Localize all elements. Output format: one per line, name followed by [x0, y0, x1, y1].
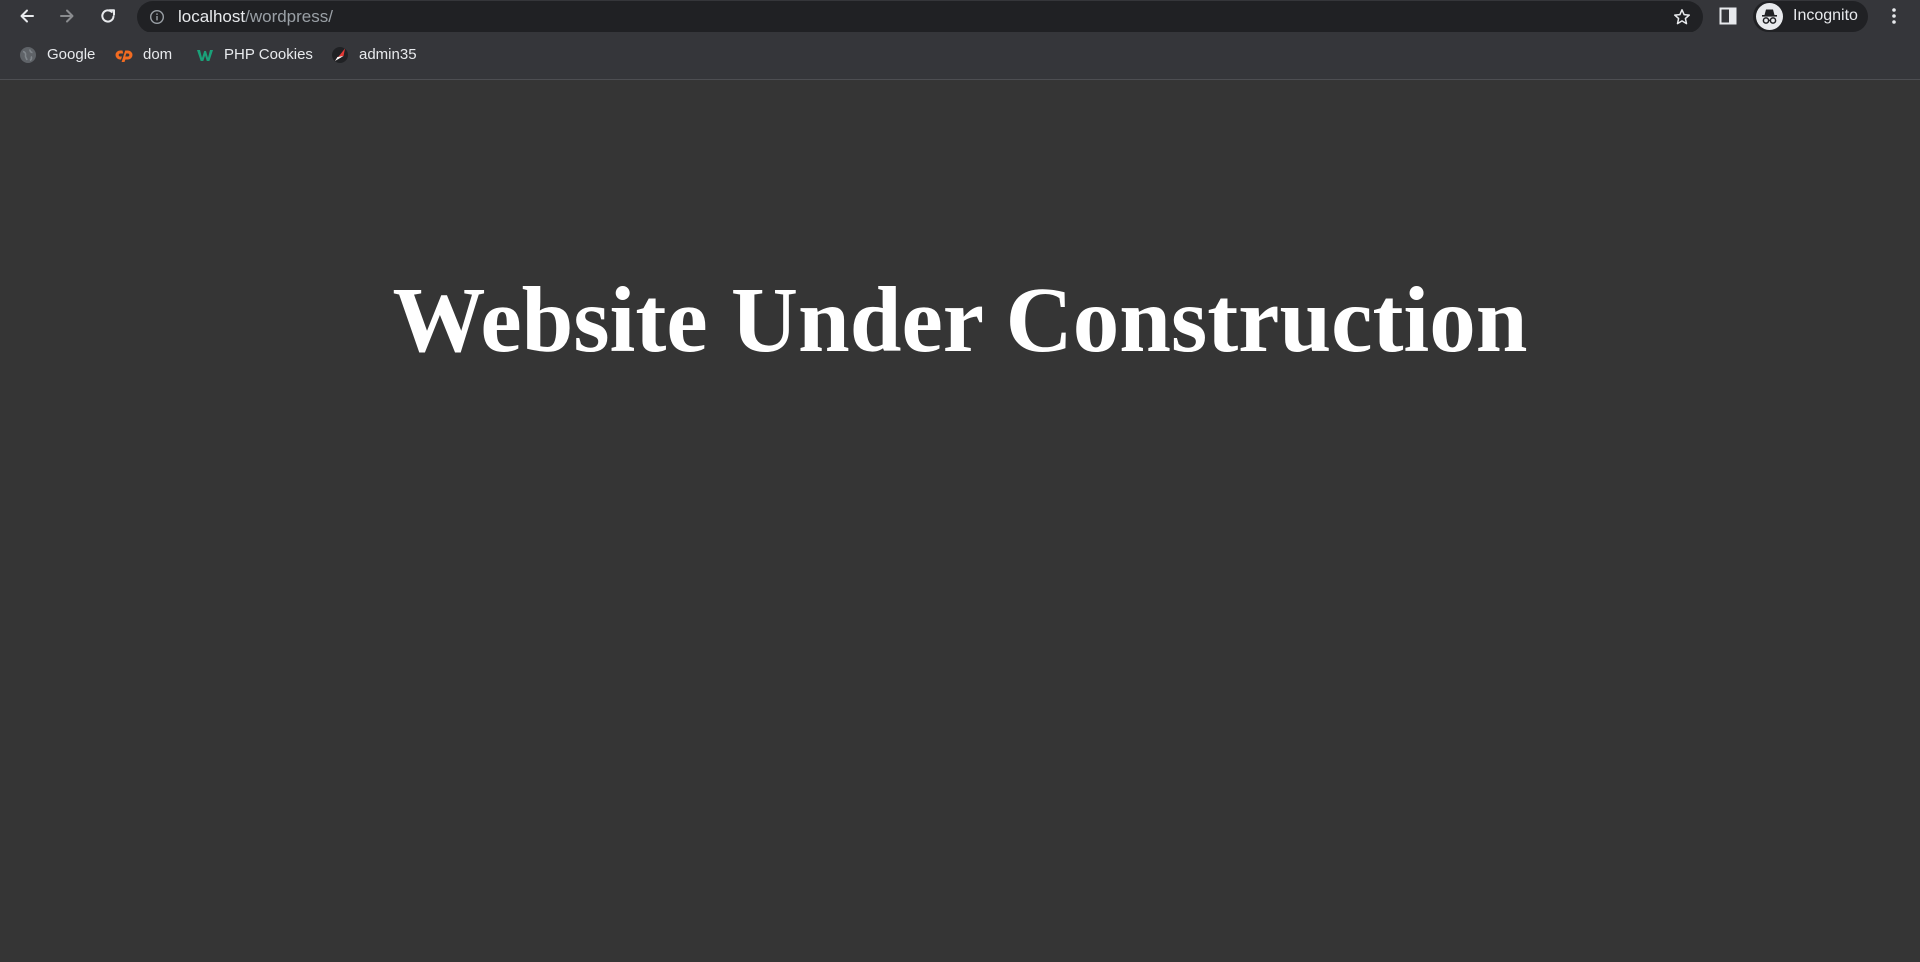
bookmark-google[interactable]: Google — [19, 44, 95, 66]
reload-button[interactable] — [94, 2, 122, 30]
profile-label: Incognito — [1793, 7, 1858, 24]
reload-icon — [101, 9, 115, 23]
bookmark-dom[interactable]: dom — [115, 44, 172, 66]
forward-button[interactable] — [53, 2, 81, 30]
more-menu-icon[interactable] — [1884, 6, 1904, 26]
incognito-icon — [1762, 9, 1777, 24]
address-url[interactable]: localhost/wordpress/ — [178, 8, 333, 26]
url-host: localhost — [178, 7, 246, 26]
address-bar[interactable]: localhost/wordpress/ — [137, 1, 1703, 33]
browser-toolbar: localhost/wordpress/ Incognito — [0, 0, 1920, 33]
bookmark-label: PHP Cookies — [224, 46, 313, 63]
bookmark-label: Google — [47, 46, 96, 63]
back-arrow-icon — [20, 9, 34, 23]
page-heading: Website Under Construction — [392, 269, 1528, 372]
side-panel-icon[interactable] — [1718, 6, 1738, 26]
incognito-avatar — [1756, 3, 1783, 30]
bookmark-php-cookies[interactable]: PHP Cookies — [196, 44, 313, 66]
red-slash-icon — [332, 47, 348, 63]
w-logo-icon — [197, 50, 213, 61]
back-button[interactable] — [13, 2, 41, 30]
cpanel-icon — [115, 50, 133, 62]
bookmark-label: dom — [143, 46, 173, 63]
profile-button[interactable]: Incognito — [1753, 1, 1868, 32]
page-content: Website Under Construction — [0, 80, 1920, 962]
url-path: /wordpress/ — [245, 7, 333, 26]
bookmark-label: admin35 — [359, 46, 417, 63]
info-icon[interactable] — [149, 9, 165, 25]
forward-arrow-icon — [60, 9, 74, 23]
bookmark-admin35[interactable]: admin35 — [331, 44, 417, 66]
globe-icon — [20, 47, 36, 63]
star-icon[interactable] — [1673, 8, 1691, 26]
bookmarks-bar: Google dom PHP Cookies admin35 — [0, 32, 1920, 80]
